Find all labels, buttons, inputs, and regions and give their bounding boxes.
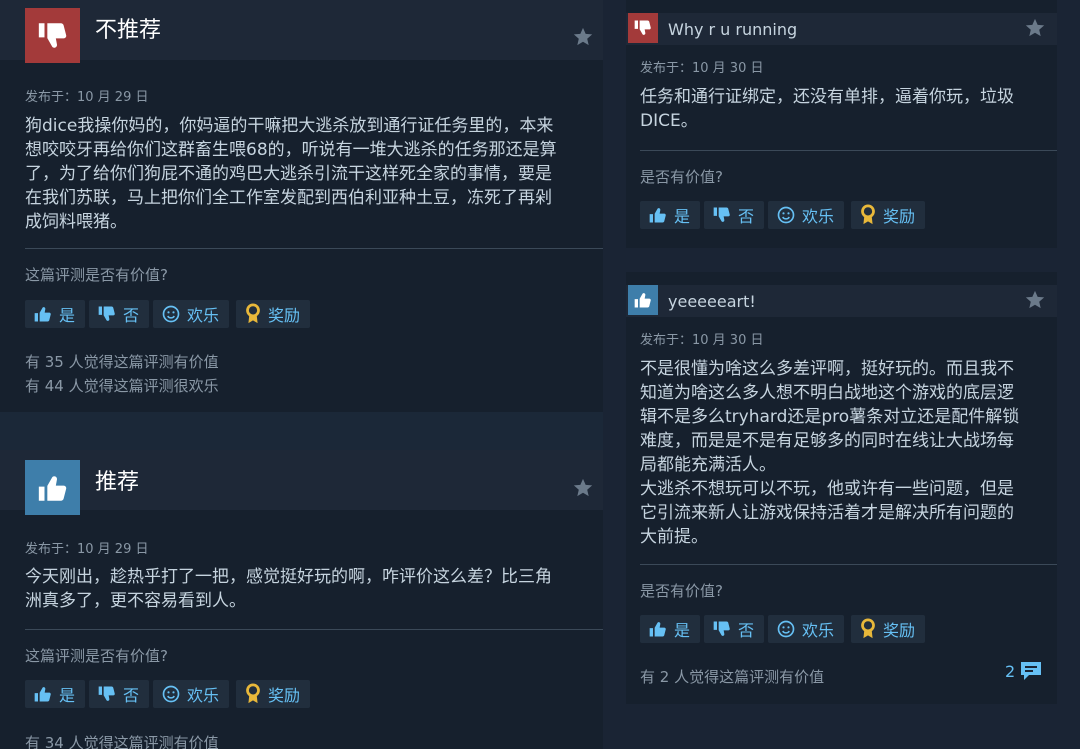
star-icon[interactable] <box>572 26 594 52</box>
divider <box>25 629 603 630</box>
vote-yes-button[interactable]: 是 <box>640 201 701 229</box>
review-date: 发布于：10 月 30 日 <box>640 61 764 76</box>
vote-funny-label: 欢乐 <box>802 621 835 640</box>
helpful-count: 有 34 人觉得这篇评测有价值 <box>25 734 219 749</box>
review-card: yeeeeeart! 发布于：10 月 30 日 不是很懂为啥这么多差评啊，挺好… <box>626 272 1057 704</box>
review-date: 发布于：10 月 29 日 <box>25 542 149 557</box>
vote-yes-label: 是 <box>59 686 76 705</box>
thumbs-up-icon <box>34 307 51 322</box>
award-icon <box>861 618 875 639</box>
review-header: yeeeeeart! <box>626 285 1057 317</box>
divider <box>640 564 1057 565</box>
award-icon <box>246 683 260 704</box>
divider <box>25 248 603 249</box>
vote-funny-label: 欢乐 <box>187 306 220 325</box>
award-icon <box>861 204 875 225</box>
divider <box>640 150 1057 151</box>
helpful-question: 是否有价值? <box>640 168 723 186</box>
vote-yes-button[interactable]: 是 <box>25 300 86 328</box>
review-header: 不推荐 <box>0 0 603 63</box>
review-body: 今天刚出，趁热乎打了一把，感觉挺好玩的啊，咋评价这么差？比三角 洲真多了，更不容… <box>25 567 552 611</box>
vote-yes-label: 是 <box>59 306 76 325</box>
right-column: Why r u running 发布于：10 月 30 日 任务和通行证绑定，还… <box>603 0 1080 749</box>
review-header: 推荐 <box>0 450 603 515</box>
thumbs-down-icon <box>713 621 730 636</box>
award-label: 奖励 <box>268 686 301 705</box>
helpful-question: 是否有价值? <box>640 582 723 600</box>
smiley-icon <box>777 206 795 224</box>
vote-yes-label: 是 <box>674 621 691 640</box>
review-date: 发布于：10 月 29 日 <box>25 90 149 105</box>
vote-yes-button[interactable]: 是 <box>640 615 701 643</box>
star-icon[interactable] <box>572 477 594 503</box>
vote-no-button[interactable]: 否 <box>89 680 150 708</box>
thumbs-up-icon <box>649 208 666 223</box>
vote-yes-label: 是 <box>674 207 691 226</box>
review-verdict: Why r u running <box>668 20 798 39</box>
comment-count-button[interactable]: 2 <box>1005 660 1043 682</box>
thumbs-down-icon <box>98 686 115 701</box>
helpful-question: 这篇评测是否有价值? <box>25 647 168 665</box>
review-body: 任务和通行证绑定，还没有单排，逼着你玩，垃圾 DICE。 <box>640 87 1014 131</box>
star-icon[interactable] <box>1024 289 1046 315</box>
vote-no-button[interactable]: 否 <box>89 300 150 328</box>
vote-no-button[interactable]: 否 <box>704 615 765 643</box>
helpful-count: 有 2 人觉得这篇评测有价值 <box>640 668 825 686</box>
vote-no-label: 否 <box>123 306 140 325</box>
review-card: 推荐 发布于：10 月 29 日 今天刚出，趁热乎打了一把，感觉挺好玩的啊，咋评… <box>0 450 603 749</box>
smiley-icon <box>162 305 180 323</box>
thumbs-down-icon <box>713 207 730 222</box>
award-button[interactable]: 奖励 <box>236 680 311 708</box>
award-label: 奖励 <box>883 621 916 640</box>
vote-yes-button[interactable]: 是 <box>25 680 86 708</box>
award-label: 奖励 <box>268 306 301 325</box>
review-card: 不推荐 发布于：10 月 29 日 狗dice我操你妈的，你妈逼的干嘛把大逃杀放… <box>0 0 603 412</box>
vote-funny-button[interactable]: 欢乐 <box>768 615 845 643</box>
award-button[interactable]: 奖励 <box>236 300 311 328</box>
award-button[interactable]: 奖励 <box>851 201 926 229</box>
left-column: 不推荐 发布于：10 月 29 日 狗dice我操你妈的，你妈逼的干嘛把大逃杀放… <box>0 0 603 749</box>
thumbs-up-icon <box>25 460 80 515</box>
smiley-icon <box>162 685 180 703</box>
vote-no-label: 否 <box>738 207 755 226</box>
vote-no-button[interactable]: 否 <box>704 201 765 229</box>
award-label: 奖励 <box>883 207 916 226</box>
thumbs-up-icon <box>628 285 658 315</box>
vote-no-label: 否 <box>123 686 140 705</box>
review-verdict: 不推荐 <box>95 18 162 43</box>
vote-funny-button[interactable]: 欢乐 <box>153 300 230 328</box>
review-card: Why r u running 发布于：10 月 30 日 任务和通行证绑定，还… <box>626 0 1057 248</box>
vote-funny-button[interactable]: 欢乐 <box>768 201 845 229</box>
vote-funny-button[interactable]: 欢乐 <box>153 680 230 708</box>
thumbs-down-icon <box>98 306 115 321</box>
thumbs-down-icon <box>628 13 658 43</box>
award-button[interactable]: 奖励 <box>851 615 926 643</box>
review-body: 狗dice我操你妈的，你妈逼的干嘛把大逃杀放到通行证任务里的，本来 想咬咬牙再给… <box>25 116 557 232</box>
review-header: Why r u running <box>626 13 1057 45</box>
smiley-icon <box>777 620 795 638</box>
star-icon[interactable] <box>1024 17 1046 43</box>
vote-no-label: 否 <box>738 621 755 640</box>
vote-funny-label: 欢乐 <box>802 207 835 226</box>
thumbs-up-icon <box>34 687 51 702</box>
vote-funny-label: 欢乐 <box>187 686 220 705</box>
helpful-count: 有 35 人觉得这篇评测有价值 <box>25 353 219 371</box>
comment-count: 2 <box>1005 661 1016 681</box>
comment-bubble-icon <box>1021 662 1042 680</box>
funny-count: 有 44 人觉得这篇评测很欢乐 <box>25 377 219 395</box>
review-verdict: yeeeeeart! <box>668 292 756 311</box>
thumbs-up-icon <box>649 622 666 637</box>
thumbs-down-icon <box>25 8 80 63</box>
award-icon <box>246 303 260 324</box>
review-verdict: 推荐 <box>95 470 140 495</box>
review-page: 不推荐 发布于：10 月 29 日 狗dice我操你妈的，你妈逼的干嘛把大逃杀放… <box>0 0 1080 749</box>
review-date: 发布于：10 月 30 日 <box>640 333 764 348</box>
helpful-question: 这篇评测是否有价值? <box>25 266 168 284</box>
review-body: 不是很懂为啥这么多差评啊，挺好玩的。而且我不 知道为啥这么多人想不明白战地这个游… <box>640 359 1020 547</box>
